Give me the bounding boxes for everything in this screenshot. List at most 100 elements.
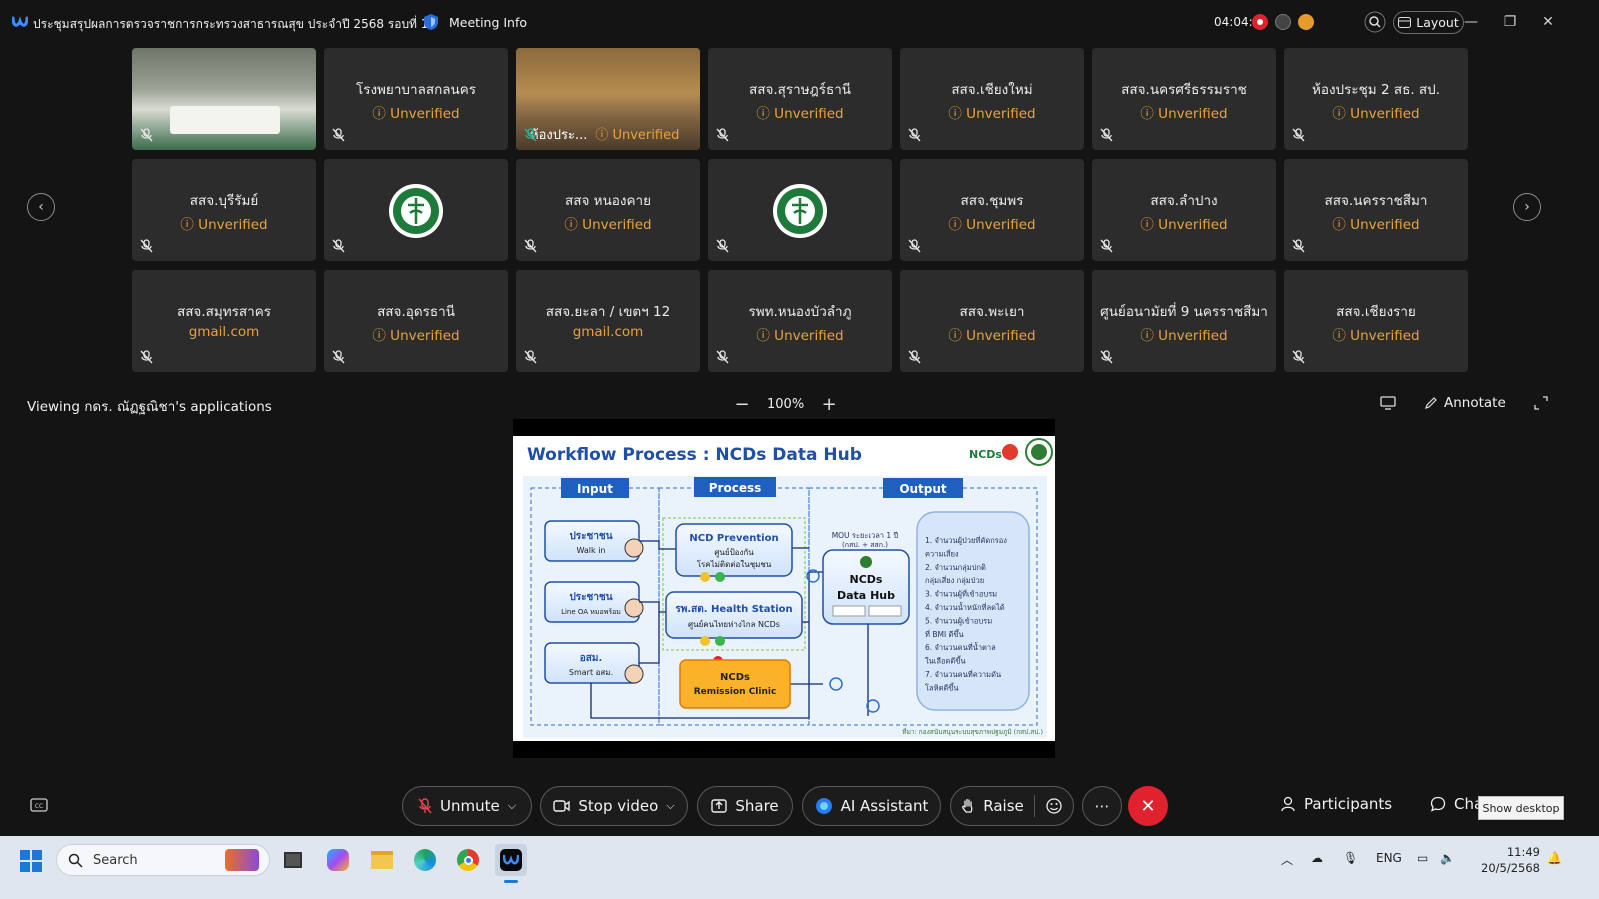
output-header: Output [899, 482, 947, 496]
participant-tile[interactable]: ห้องประ... ⓘ Unverified [516, 48, 700, 150]
svg-text:NCDs: NCDs [969, 448, 1002, 461]
network-warning-icon[interactable] [1298, 14, 1314, 30]
minimize-button[interactable]: — [1459, 12, 1483, 32]
participant-tile[interactable]: สสจ.นครศรีธรรมราช ⓘ Unverified [1092, 48, 1276, 150]
participant-name: รพท.หนองบัวลำภู [748, 304, 852, 320]
participants-label: Participants [1304, 795, 1393, 813]
previous-page-button[interactable]: ‹ [27, 193, 55, 221]
edge-icon[interactable] [409, 844, 441, 876]
input-3-title: อสม. [580, 653, 603, 664]
participant-tile[interactable]: สสจ.สุราษฎร์ธานี ⓘ Unverified [708, 48, 892, 150]
participant-tile[interactable]: สสจ.พะเยา ⓘ Unverified [900, 270, 1084, 372]
hub-sub: Data Hub [837, 589, 895, 602]
webex-app-icon[interactable] [495, 844, 527, 876]
participant-tile[interactable]: รพท.หนองบัวลำภู ⓘ Unverified [708, 270, 892, 372]
shared-slide[interactable]: Workflow Process : NCDs Data Hub NCDs In… [513, 436, 1055, 741]
process-3-title: NCDs [720, 672, 750, 683]
screen-icon[interactable] [1380, 396, 1396, 410]
participant-tile[interactable]: ศูนย์อนามัยที่ 9 นครราชสีมา ⓘ Unverified [1092, 270, 1276, 372]
taskbar-search[interactable]: Search [56, 844, 270, 876]
next-page-button[interactable]: › [1513, 193, 1541, 221]
chrome-icon[interactable] [452, 844, 484, 876]
meeting-info-button[interactable]: Meeting Info [449, 15, 527, 30]
participant-status: ⓘ Unverified [372, 106, 460, 122]
participant-tile[interactable]: สสจ.อุดรธานี ⓘ Unverified [324, 270, 508, 372]
participant-tile[interactable]: สสจ.นครราชสีมา ⓘ Unverified [1284, 159, 1468, 261]
participant-tile[interactable] [708, 159, 892, 261]
participant-video [132, 48, 316, 150]
microphone-icon[interactable]: 🎙 [1343, 851, 1358, 865]
participant-tile[interactable]: สสจ.เชียงใหม่ ⓘ Unverified [900, 48, 1084, 150]
recording-icon[interactable] [1252, 14, 1268, 30]
participant-tile[interactable] [132, 48, 316, 150]
participant-tile[interactable]: สสจ.บุรีรัมย์ ⓘ Unverified [132, 159, 316, 261]
participant-name: ห้องประชุม 2 สธ. สป. [1311, 82, 1441, 98]
restore-button[interactable]: ❐ [1498, 12, 1522, 32]
participant-tile[interactable] [324, 159, 508, 261]
participant-status: ⓘ Unverified [564, 217, 652, 233]
chevron-down-icon[interactable]: ⌵ [666, 799, 674, 813]
viewing-label: Viewing กดร. ณัฏฐณิชา's applications [27, 399, 272, 415]
participant-status: ⓘ Unverified [756, 106, 844, 122]
expand-icon[interactable] [1534, 396, 1548, 410]
network-icon[interactable]: ▭ [1417, 851, 1428, 865]
raise-hand-button[interactable]: Raise [950, 786, 1074, 826]
unmute-button[interactable]: Unmute ⌵ [402, 786, 532, 826]
zoom-in-button[interactable]: + [820, 394, 838, 415]
share-label: Share [735, 797, 779, 815]
clock-date: 20/5/2568 [1481, 861, 1540, 875]
copilot-icon[interactable] [322, 844, 354, 876]
output-item: ในเลือดดีขึ้น [925, 656, 965, 666]
zoom-out-button[interactable]: − [733, 394, 751, 415]
participants-button[interactable]: Participants [1280, 795, 1392, 813]
participant-status: ⓘ Unverified [1140, 217, 1228, 233]
participant-status: ⓘ Unverified [948, 328, 1036, 344]
participant-tile[interactable]: ห้องประชุม 2 สธ. สป. ⓘ Unverified [1284, 48, 1468, 150]
participant-status: ⓘ Unverified [372, 328, 460, 344]
cloud-icon[interactable]: ☁ [1311, 851, 1323, 865]
mic-muted-icon [524, 350, 537, 364]
audio-icon[interactable] [1275, 14, 1291, 30]
shield-icon[interactable] [423, 13, 439, 31]
leave-meeting-button[interactable]: ✕ [1128, 786, 1168, 826]
close-window-button[interactable]: ✕ [1536, 12, 1560, 32]
stop-video-button[interactable]: Stop video ⌵ [540, 786, 688, 826]
notification-icon[interactable]: 🔔 [1547, 851, 1562, 865]
hub-title: NCDs [850, 573, 883, 586]
zoom-controls: − 100% + [733, 394, 838, 415]
ministry-logo-icon [389, 184, 443, 238]
output-item: โลหิตดีขึ้น [925, 682, 959, 692]
chevron-down-icon[interactable]: ⌵ [508, 799, 516, 813]
participant-name: สสจ หนองคาย [564, 193, 652, 209]
search-highlight-icon [225, 849, 259, 871]
windows-start-icon[interactable] [20, 850, 42, 872]
pen-icon [1425, 397, 1437, 409]
ai-assistant-button[interactable]: AI Assistant [802, 786, 941, 826]
process-1-sub: ศูนย์ป้องกัน [714, 547, 754, 558]
mic-muted-icon [716, 239, 729, 253]
share-button[interactable]: Share [697, 786, 793, 826]
participant-tile[interactable]: สสจ.ลำปาง ⓘ Unverified [1092, 159, 1276, 261]
annotate-button[interactable]: Annotate [1424, 395, 1506, 411]
layout-button[interactable]: Layout [1393, 11, 1464, 34]
reactions-icon[interactable] [1045, 797, 1063, 815]
participant-status: ⓘ Unverified [948, 217, 1036, 233]
raise-label: Raise [983, 797, 1024, 815]
process-1-title: NCD Prevention [689, 533, 778, 544]
volume-icon[interactable]: 🔈 [1440, 851, 1455, 865]
input-1-title: ประชาชน [569, 530, 612, 542]
participant-tile[interactable]: สสจ.เชียงราย ⓘ Unverified [1284, 270, 1468, 372]
participant-tile[interactable]: สสจ.ยะลา / เขตฯ 12 gmail.com [516, 270, 700, 372]
mic-muted-icon [908, 128, 921, 142]
language-indicator[interactable]: ENG [1376, 851, 1402, 865]
system-clock[interactable]: 11:49 20/5/2568 [1478, 844, 1540, 876]
zoom-icon[interactable] [1364, 11, 1386, 33]
task-view-icon[interactable] [277, 844, 309, 876]
participant-tile[interactable]: สสจ.ชุมพร ⓘ Unverified [900, 159, 1084, 261]
participant-tile[interactable]: สสจ หนองคาย ⓘ Unverified [516, 159, 700, 261]
participant-tile[interactable]: โรงพยาบาลสกลนคร ⓘ Unverified [324, 48, 508, 150]
chevron-up-icon[interactable]: ︿ [1281, 851, 1293, 868]
more-options-button[interactable]: ⋯ [1082, 786, 1122, 826]
file-explorer-icon[interactable] [366, 844, 398, 876]
participant-tile[interactable]: สสจ.สมุทรสาคร gmail.com [132, 270, 316, 372]
